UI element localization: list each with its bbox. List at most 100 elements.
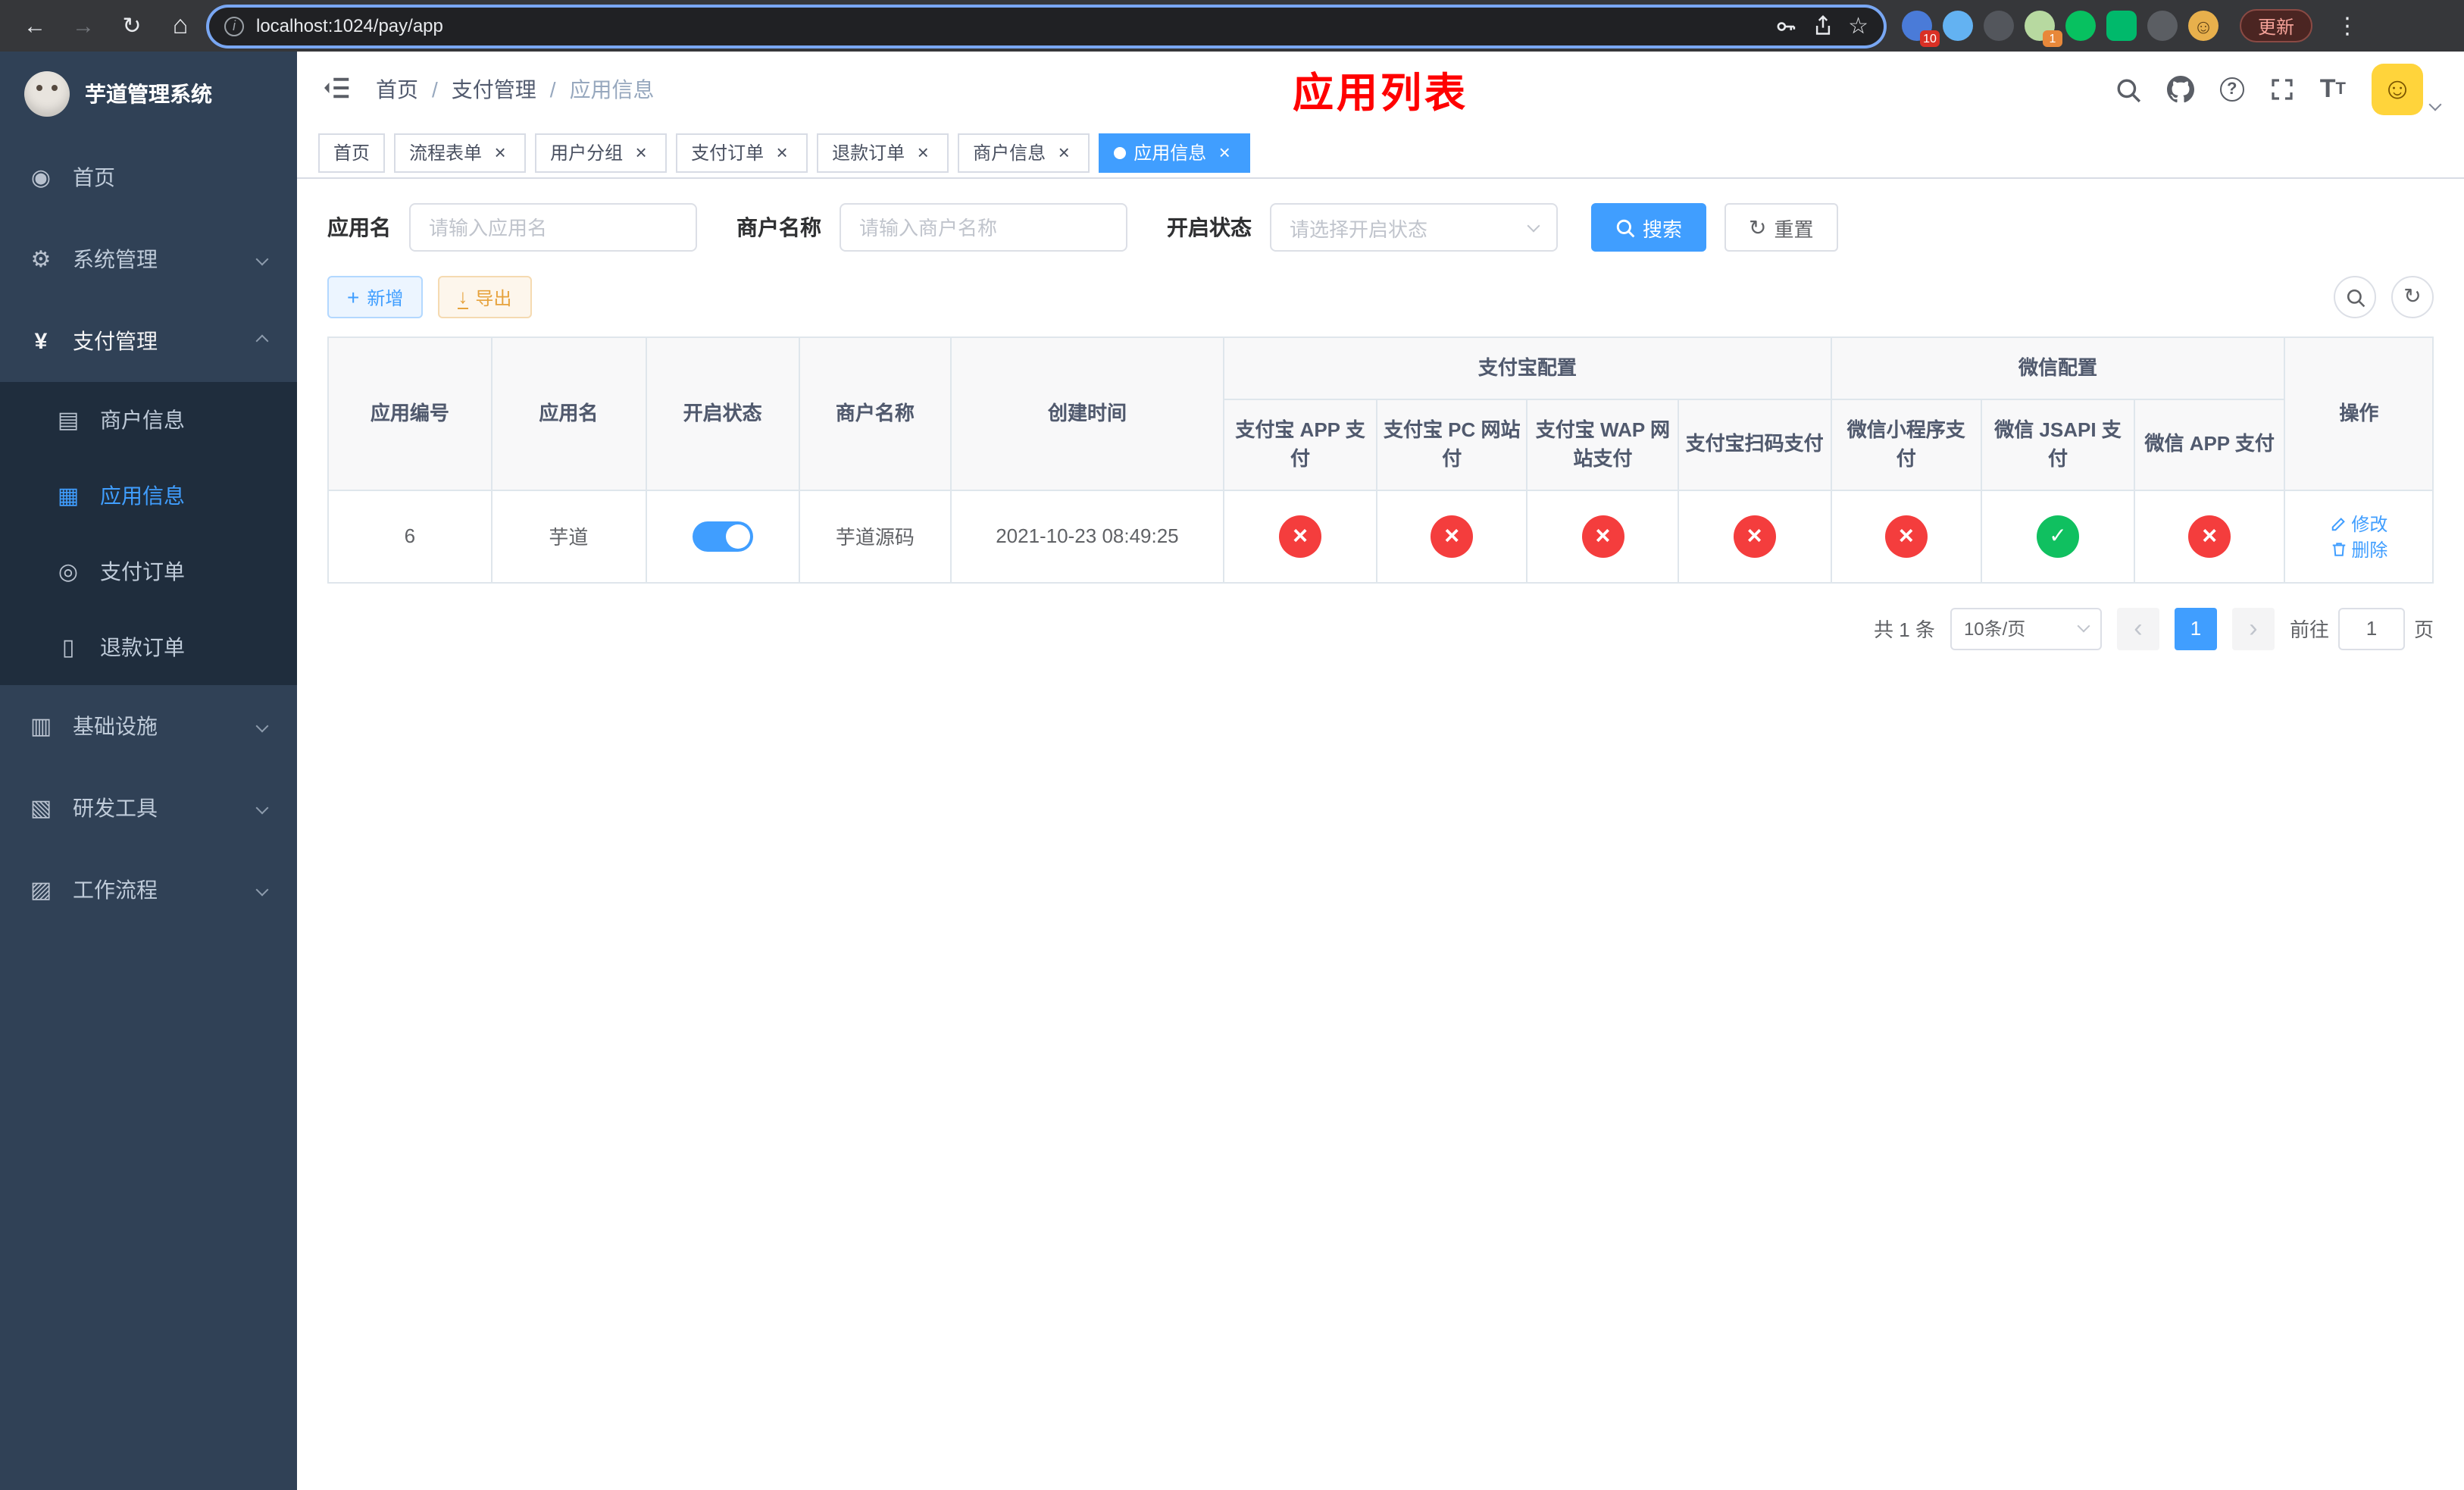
col-alipay-wap: 支付宝 WAP 网站支付 <box>1526 398 1679 490</box>
merchant-name-input[interactable] <box>840 203 1127 252</box>
help-icon[interactable] <box>2219 77 2244 102</box>
toggle-search-button[interactable] <box>2334 276 2376 318</box>
delete-link[interactable]: 删除 <box>2330 536 2387 562</box>
current-page-button[interactable]: 1 <box>2174 607 2217 650</box>
user-menu[interactable] <box>2372 64 2442 115</box>
extensions-tray: 10 1 <box>1902 11 2219 47</box>
status-select[interactable]: 请选择开启状态 <box>1270 203 1558 252</box>
goto-page-input[interactable] <box>2337 607 2405 650</box>
tab-process-form[interactable]: 流程表单 <box>394 133 527 172</box>
close-icon[interactable] <box>630 142 652 163</box>
sidebar-item-system[interactable]: 系统管理 <box>0 218 297 300</box>
sidebar-item-app-info[interactable]: 应用信息 <box>0 458 297 534</box>
sidebar-item-home[interactable]: 首页 <box>0 136 297 218</box>
page-title-annotation: 应用列表 <box>1293 70 1468 116</box>
bookmark-star-icon[interactable] <box>1848 11 1868 40</box>
page-content: 应用名 商户名称 开启状态 请选择开启状态 搜索 重置 <box>297 179 2464 1490</box>
extension-icon-3[interactable] <box>1984 11 2014 41</box>
refresh-table-button[interactable] <box>2391 276 2434 318</box>
avatar[interactable] <box>2372 64 2423 115</box>
browser-reload-icon[interactable] <box>112 6 152 45</box>
url-text[interactable]: localhost:1024/pay/app <box>256 15 1762 36</box>
edit-link[interactable]: 修改 <box>2330 510 2387 536</box>
sidebar-item-label: 工作流程 <box>73 878 158 902</box>
extension-icon-6[interactable] <box>2106 11 2137 41</box>
table-toolbar: 新增 导出 <box>327 276 2434 318</box>
col-alipay-qr: 支付宝扫码支付 <box>1677 398 1832 490</box>
extension-icon-5[interactable] <box>2065 11 2096 41</box>
extension-icon-1[interactable]: 10 <box>1902 11 1940 47</box>
sidebar-item-infrastructure[interactable]: 基础设施 <box>0 685 297 767</box>
col-group-wechat: 微信配置 <box>1830 337 2286 399</box>
plus-icon <box>347 285 359 309</box>
browser-update-button[interactable]: 更新 <box>2240 9 2313 42</box>
tab-pay-order[interactable]: 支付订单 <box>676 133 808 172</box>
close-icon[interactable] <box>912 142 933 163</box>
cell-wx-app <box>2133 489 2286 583</box>
breadcrumb-separator: / <box>549 77 556 102</box>
app-name-input[interactable] <box>409 203 697 252</box>
download-icon <box>458 286 467 308</box>
breadcrumb-current: 应用信息 <box>569 77 655 102</box>
export-button[interactable]: 导出 <box>438 276 532 318</box>
col-wx-mini: 微信小程序支付 <box>1830 398 1983 490</box>
add-button[interactable]: 新增 <box>327 276 424 318</box>
sidebar-item-label: 支付管理 <box>73 329 158 353</box>
sidebar-item-payment[interactable]: 支付管理 <box>0 300 297 382</box>
share-icon[interactable] <box>1812 15 1833 36</box>
col-group-alipay: 支付宝配置 <box>1223 337 1832 399</box>
breadcrumb-payment[interactable]: 支付管理 <box>452 74 536 105</box>
font-size-icon[interactable] <box>2320 74 2346 105</box>
tab-home[interactable]: 首页 <box>318 133 386 172</box>
status-toggle[interactable] <box>692 521 753 551</box>
alipay-wap-status-icon <box>1581 515 1624 557</box>
gear-icon <box>27 246 55 273</box>
next-page-button[interactable] <box>2231 607 2275 650</box>
close-icon[interactable] <box>1214 142 1235 163</box>
goto-suffix: 页 <box>2413 618 2434 641</box>
address-bar[interactable]: localhost:1024/pay/app <box>209 7 1884 45</box>
breadcrumb-home[interactable]: 首页 <box>376 74 418 105</box>
order-icon <box>55 558 82 585</box>
github-icon[interactable] <box>2166 76 2194 103</box>
browser-menu-icon[interactable] <box>2328 6 2367 45</box>
browser-toolbar: localhost:1024/pay/app 10 1 更新 <box>0 0 2464 52</box>
cell-app-name: 芋道 <box>490 489 647 583</box>
prev-page-button[interactable] <box>2116 607 2159 650</box>
page-size-select[interactable]: 10条/页 <box>1950 607 2102 650</box>
tab-app-info[interactable]: 应用信息 <box>1099 133 1251 172</box>
sidebar-item-merchant-info[interactable]: 商户信息 <box>0 382 297 458</box>
fullscreen-icon[interactable] <box>2270 77 2294 102</box>
cell-status <box>645 489 801 583</box>
reset-button[interactable]: 重置 <box>1724 203 1838 252</box>
col-status: 开启状态 <box>645 337 801 490</box>
sidebar-item-refund-order[interactable]: 退款订单 <box>0 609 297 685</box>
search-icon[interactable] <box>2115 77 2141 102</box>
tab-refund-order[interactable]: 退款订单 <box>817 133 949 172</box>
sidebar-item-workflow[interactable]: 工作流程 <box>0 849 297 931</box>
password-key-icon[interactable] <box>1774 14 1796 37</box>
browser-forward-icon[interactable] <box>64 6 103 45</box>
extension-icon-2[interactable] <box>1943 11 1973 41</box>
toolbox-icon <box>27 794 55 822</box>
tab-user-group[interactable]: 用户分组 <box>535 133 668 172</box>
search-button[interactable]: 搜索 <box>1591 203 1707 252</box>
goto-prefix: 前往 <box>2289 618 2329 641</box>
browser-back-icon[interactable] <box>15 6 55 45</box>
site-info-icon[interactable] <box>224 16 244 36</box>
tab-merchant-info[interactable]: 商户信息 <box>958 133 1090 172</box>
browser-home-icon[interactable] <box>161 6 200 45</box>
hamburger-icon[interactable] <box>321 73 355 106</box>
close-icon[interactable] <box>1053 142 1074 163</box>
sidebar-item-pay-order[interactable]: 支付订单 <box>0 534 297 609</box>
extension-icon-4[interactable]: 1 <box>2025 11 2062 47</box>
extension-badge: 1 <box>2043 30 2062 47</box>
close-icon[interactable] <box>489 142 511 163</box>
extension-icon-8[interactable] <box>2188 11 2219 41</box>
breadcrumb: 首页 / 支付管理 / 应用信息 <box>376 74 655 105</box>
extension-icon-7[interactable] <box>2147 11 2178 41</box>
tab-label: 应用信息 <box>1134 142 1207 164</box>
sidebar-item-dev-tools[interactable]: 研发工具 <box>0 767 297 849</box>
close-icon[interactable] <box>771 142 793 163</box>
infrastructure-icon <box>27 712 55 740</box>
